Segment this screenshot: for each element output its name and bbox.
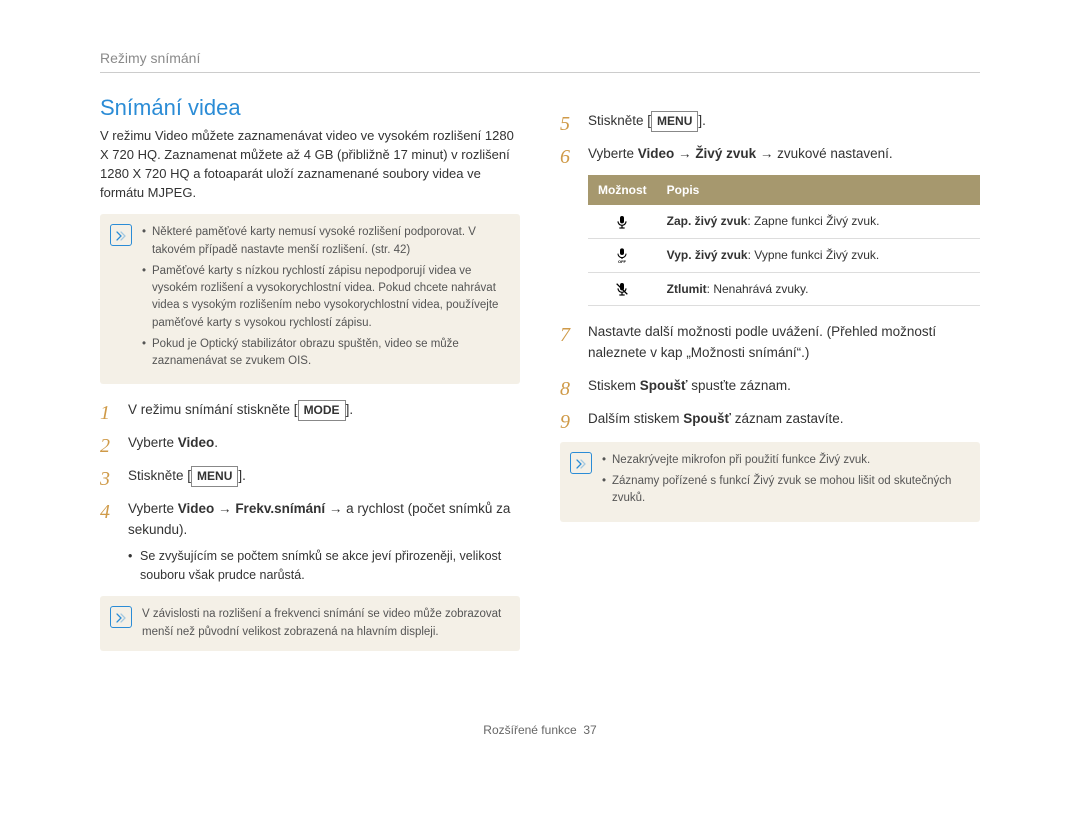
info-icon (110, 606, 132, 628)
note1-item: Pokud je Optický stabilizátor obrazu spu… (142, 336, 508, 371)
table-row: OFF Vyp. živý zvuk: Vypne funkci Živý zv… (588, 239, 980, 273)
step-6: Vyberte Video → Živý zvuk → zvukové nast… (560, 144, 980, 306)
menu-key: MENU (651, 111, 698, 132)
th-option: Možnost (588, 175, 657, 206)
step-3: Stiskněte [MENU]. (100, 466, 520, 487)
step4-sub: Se zvyšujícím se počtem snímků se akce j… (128, 547, 520, 585)
mic-off-icon: OFF (598, 247, 647, 263)
step-5: Stiskněte [MENU]. (560, 111, 980, 132)
breadcrumb: Režimy snímání (100, 50, 980, 73)
mic-on-icon (598, 214, 647, 230)
note-box-3: Nezakrývejte mikrofon při použití funkce… (560, 442, 980, 522)
note-box-1: Některé paměťové karty nemusí vysoké roz… (100, 214, 520, 384)
note1-item: Některé paměťové karty nemusí vysoké roz… (142, 224, 508, 259)
table-row: Zap. živý zvuk: Zapne funkci Živý zvuk. (588, 205, 980, 238)
options-table: Možnost Popis Zap. živý zvuk: Zapne funk… (588, 175, 980, 306)
note2-text: V závislosti na rozlišení a frekvenci sn… (142, 608, 501, 637)
table-row: Ztlumit: Nenahrává zvuky. (588, 272, 980, 306)
intro-paragraph: V režimu Video můžete zaznamenávat video… (100, 127, 520, 202)
step-2: Vyberte Video. (100, 433, 520, 454)
note3-item: Nezakrývejte mikrofon při použití funkce… (602, 452, 968, 469)
step-8: Stiskem Spoušť spusťte záznam. (560, 376, 980, 397)
info-icon (570, 452, 592, 474)
step-1: V režimu snímání stiskněte [MODE]. (100, 400, 520, 421)
step-9: Dalším stiskem Spoušť záznam zastavíte. (560, 409, 980, 430)
page-title: Snímání videa (100, 95, 520, 121)
note1-item: Paměťové karty s nízkou rychlostí zápisu… (142, 263, 508, 332)
page-footer: Rozšířené funkce 37 (100, 723, 980, 737)
th-desc: Popis (657, 175, 980, 206)
menu-key: MENU (191, 466, 238, 487)
left-column: Snímání videa V režimu Video můžete zazn… (100, 95, 520, 663)
info-icon (110, 224, 132, 246)
mode-key: MODE (298, 400, 346, 421)
step-4: Vyberte Video → Frekv.snímání → a rychlo… (100, 499, 520, 584)
note3-item: Záznamy pořízené s funkcí Živý zvuk se m… (602, 473, 968, 508)
note-box-2: V závislosti na rozlišení a frekvenci sn… (100, 596, 520, 651)
svg-text:OFF: OFF (618, 259, 627, 263)
mic-mute-icon (598, 281, 647, 297)
step-7: Nastavte další možnosti podle uvážení. (… (560, 322, 980, 364)
right-column: Stiskněte [MENU]. Vyberte Video → Živý z… (560, 95, 980, 663)
